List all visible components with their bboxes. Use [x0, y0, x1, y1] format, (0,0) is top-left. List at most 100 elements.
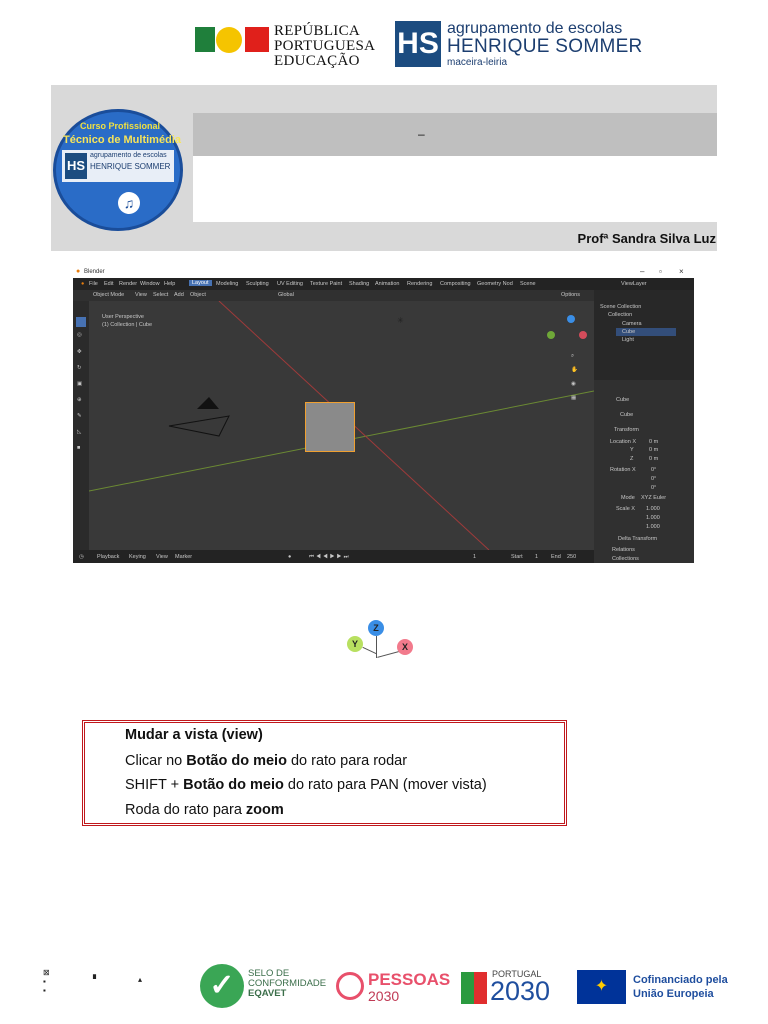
current-frame[interactable]: 1 [473, 554, 476, 560]
badge-line-4: HENRIQUE SOMMER [90, 162, 171, 171]
move-tool-icon[interactable]: ✥ [77, 349, 82, 355]
pessoas-logo-icon [336, 972, 364, 1000]
tab-compositing[interactable]: Compositing [440, 281, 471, 287]
light-object-icon[interactable]: ✳ [397, 316, 404, 325]
portugal-flag-red [474, 972, 487, 1004]
x-axis-ball: X [397, 639, 413, 655]
eqavet-check-icon: ✓ [200, 964, 244, 1008]
timeline-editor-icon[interactable]: ◷ [79, 554, 84, 560]
instruction-line-3: Roda do rato para zoom [125, 802, 284, 818]
cursor-tool-icon[interactable]: ◎ [77, 332, 82, 338]
menu-view[interactable]: View [135, 292, 147, 298]
outliner-item-camera[interactable]: Camera [622, 321, 642, 327]
tab-layout[interactable]: Layout [189, 280, 212, 286]
blender-outliner: Scene Collection Collection Camera Cube … [594, 290, 694, 380]
props-section-transform[interactable]: Transform [614, 427, 639, 433]
props-object-name[interactable]: Cube [616, 397, 629, 403]
location-y-value[interactable]: 0 m [649, 447, 658, 453]
scale-tool-icon[interactable]: ▣ [77, 381, 82, 387]
props-collections[interactable]: Collections [612, 556, 639, 562]
pan-icon[interactable]: ✋ [571, 367, 578, 373]
timeline-playback[interactable]: Playback [97, 554, 119, 560]
badge-line-2: Técnico de Multimédia [63, 134, 181, 146]
ortho-toggle-icon[interactable]: ▦ [571, 395, 576, 401]
props-data-name[interactable]: Cube [620, 412, 633, 418]
location-x-value[interactable]: 0 m [649, 439, 658, 445]
tab-animation[interactable]: Animation [375, 281, 399, 287]
measure-tool-icon[interactable]: ◺ [77, 429, 81, 435]
start-frame-value[interactable]: 1 [535, 554, 538, 560]
tab-uv-editing[interactable]: UV Editing [277, 281, 303, 287]
nav-gizmo-y[interactable] [547, 331, 555, 339]
eu-line-1: Cofinanciado pela [633, 974, 728, 986]
menu-help[interactable]: Help [164, 281, 175, 287]
select-tool-icon[interactable] [76, 317, 86, 327]
add-cube-tool-icon[interactable]: ■ [77, 445, 80, 451]
eu-flag-icon: ✦ [577, 970, 626, 1004]
transform-tool-icon[interactable]: ⊕ [77, 397, 82, 403]
end-frame-value[interactable]: 250 [567, 554, 576, 560]
tab-modeling[interactable]: Modeling [216, 281, 238, 287]
record-icon[interactable]: ● [288, 554, 291, 560]
outliner-scene-collection[interactable]: Scene Collection [600, 304, 641, 310]
scale-z-value[interactable]: 1.000 [646, 524, 660, 530]
menu-render[interactable]: Render [119, 281, 137, 287]
maximize-icon[interactable]: ▫ [659, 267, 662, 276]
tab-rendering[interactable]: Rendering [407, 281, 432, 287]
scene-selector[interactable]: Scene [520, 281, 536, 287]
tab-texture-paint[interactable]: Texture Paint [310, 281, 342, 287]
cube-object[interactable] [305, 402, 355, 452]
location-y-label: Y [630, 447, 634, 453]
scale-y-value[interactable]: 1.000 [646, 515, 660, 521]
menu-window[interactable]: Window [140, 281, 160, 287]
rotation-y-value[interactable]: 0° [651, 476, 656, 482]
outliner-item-cube[interactable]: Cube [622, 329, 635, 335]
blender-viewport-header: Object Mode View Select Add Object Globa… [73, 290, 594, 301]
location-z-value[interactable]: 0 m [649, 456, 658, 462]
instruction-line-3-pre: Roda do rato para [125, 802, 246, 818]
camera-view-icon[interactable]: ◉ [571, 381, 576, 387]
outliner-collection[interactable]: Collection [608, 312, 632, 318]
blender-menu-icon[interactable]: ● [81, 281, 84, 287]
instruction-line-2: SHIFT + Botão do meio do rato para PAN (… [125, 777, 487, 793]
props-delta-transform[interactable]: Delta Transform [618, 536, 657, 542]
timeline-marker[interactable]: Marker [175, 554, 192, 560]
republica-logo-text: REPÚBLICA PORTUGUESA EDUCAÇÃO [274, 24, 375, 69]
scale-x-value[interactable]: 1.000 [646, 506, 660, 512]
annotate-tool-icon[interactable]: ✎ [77, 413, 82, 419]
menu-object[interactable]: Object [190, 292, 206, 298]
blender-title-bar: ● Blender – ▫ × [73, 266, 694, 278]
timeline-view[interactable]: View [156, 554, 168, 560]
playback-controls-icon[interactable]: ⏮◀◀▶▶⏭ [309, 554, 351, 561]
instruction-line-2-bold: Botão do meio [183, 777, 284, 793]
rotation-x-label: Rotation X [610, 467, 636, 473]
rotation-mode-dropdown[interactable]: XYZ Euler [641, 495, 666, 501]
view-layer-selector[interactable]: ViewLayer [621, 281, 647, 287]
transform-orientation-dropdown[interactable]: Global [278, 292, 294, 298]
banner-subtitle-area [193, 156, 717, 222]
options-dropdown[interactable]: Options [561, 292, 580, 298]
minimize-icon[interactable]: – [640, 267, 644, 276]
tab-geometry-nodes[interactable]: Geometry Nod [477, 281, 513, 287]
menu-select[interactable]: Select [153, 292, 168, 298]
object-mode-dropdown[interactable]: Object Mode [93, 292, 124, 298]
footer-mark-1: ▘ [93, 975, 100, 984]
zoom-icon[interactable]: ⌕ [571, 353, 574, 360]
tab-shading[interactable]: Shading [349, 281, 369, 287]
outliner-item-light[interactable]: Light [622, 337, 634, 343]
rotation-z-value[interactable]: 0° [651, 485, 656, 491]
instruction-line-3-bold: zoom [245, 802, 284, 818]
menu-file[interactable]: File [89, 281, 98, 287]
tab-sculpting[interactable]: Sculpting [246, 281, 269, 287]
rotate-tool-icon[interactable]: ↻ [77, 365, 82, 371]
timeline-keying[interactable]: Keying [129, 554, 146, 560]
props-relations[interactable]: Relations [612, 547, 635, 553]
close-icon[interactable]: × [679, 267, 684, 276]
nav-gizmo-z[interactable] [567, 315, 575, 323]
rotation-mode-label: Mode [621, 495, 635, 501]
rotation-x-value[interactable]: 0° [651, 467, 656, 473]
eu-text: Cofinanciado pela União Europeia [633, 973, 728, 1001]
menu-add[interactable]: Add [174, 292, 184, 298]
nav-gizmo-x[interactable] [579, 331, 587, 339]
menu-edit[interactable]: Edit [104, 281, 113, 287]
